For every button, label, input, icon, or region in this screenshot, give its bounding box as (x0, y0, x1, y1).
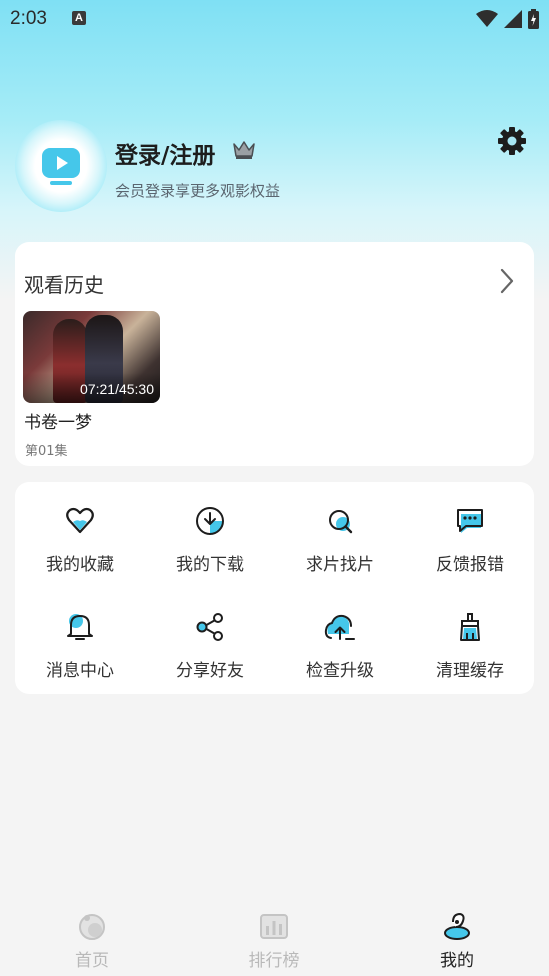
tv-icon (42, 148, 80, 178)
bell-icon (67, 614, 93, 640)
profile-tab-icon (444, 913, 470, 940)
menu-label: 我的下载 (176, 555, 244, 575)
home-tab-icon (79, 914, 105, 940)
bottom-tab-bar: 首页 排行榜 我的 (0, 900, 549, 976)
status-bar: 2:03 A (0, 0, 549, 38)
signal-icon (504, 10, 522, 28)
menu-label: 检查升级 (306, 661, 374, 681)
menu-downloads[interactable]: 我的下载 (145, 506, 275, 575)
progress-duration: 07:21/45:30 (80, 381, 154, 397)
notification-a-icon: A (72, 11, 86, 25)
settings-gear-icon[interactable] (497, 126, 527, 156)
menu-label: 清理缓存 (436, 661, 504, 681)
download-icon (196, 507, 224, 535)
share-icon (196, 613, 223, 641)
profile-header: 登录/注册 会员登录享更多观影权益 (15, 120, 535, 212)
tab-ranking[interactable]: 排行榜 (214, 912, 334, 971)
menu-label: 分享好友 (176, 661, 244, 681)
history-show-name[interactable]: 书卷一梦 (24, 408, 92, 433)
login-subtitle: 会员登录享更多观影权益 (115, 182, 281, 200)
menu-label: 消息中心 (46, 661, 114, 681)
search-icon (329, 510, 353, 534)
upgrade-icon (324, 614, 355, 640)
ranking-tab-icon (260, 914, 288, 939)
vip-crown-icon (233, 141, 255, 159)
tab-home[interactable]: 首页 (32, 912, 152, 971)
login-register-link[interactable]: 登录/注册 (115, 136, 215, 170)
heart-icon (66, 507, 94, 534)
menu-share[interactable]: 分享好友 (145, 612, 275, 681)
history-episode: 第01集 (25, 444, 68, 459)
menu-clear-cache[interactable]: 清理缓存 (405, 612, 535, 681)
status-time: 2:03 (10, 8, 47, 29)
menu-request-movie[interactable]: 求片找片 (275, 506, 405, 575)
menu-favorites[interactable]: 我的收藏 (15, 506, 145, 575)
chevron-right-icon[interactable] (500, 268, 514, 294)
avatar[interactable] (15, 120, 107, 212)
tab-mine[interactable]: 我的 (397, 912, 517, 971)
tab-label: 排行榜 (248, 951, 300, 971)
feedback-icon (457, 509, 483, 533)
menu-label: 反馈报错 (436, 555, 504, 575)
tab-label: 我的 (440, 951, 474, 971)
menu-label: 我的收藏 (46, 555, 114, 575)
tv-stand (50, 181, 72, 185)
function-grid: 我的收藏 我的下载 求片找片 反馈报错 消息中心 分享好友 检查升级 清理缓存 (15, 482, 534, 694)
history-thumbnail[interactable]: 07:21/45:30 (23, 311, 160, 403)
broom-icon (460, 613, 480, 641)
tab-label: 首页 (75, 951, 109, 971)
menu-feedback[interactable]: 反馈报错 (405, 506, 535, 575)
wifi-icon (476, 10, 498, 27)
menu-check-update[interactable]: 检查升级 (275, 612, 405, 681)
menu-label: 求片找片 (306, 555, 374, 575)
menu-messages[interactable]: 消息中心 (15, 612, 145, 681)
watch-history-title[interactable]: 观看历史 (24, 269, 104, 298)
battery-icon (528, 9, 539, 29)
watch-history-card: 观看历史 07:21/45:30 书卷一梦 第01集 (15, 242, 534, 466)
